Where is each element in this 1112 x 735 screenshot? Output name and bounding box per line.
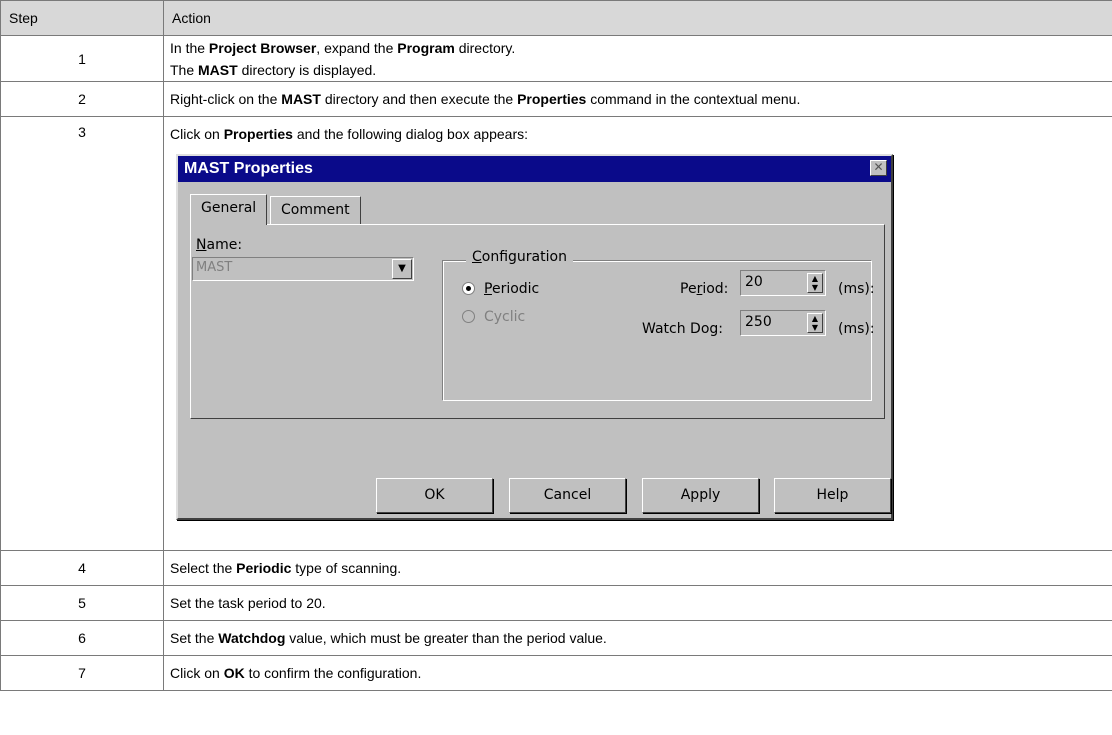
watchdog-label: Watch Dog: [642, 321, 723, 337]
step-number: 2 [0, 81, 164, 117]
step-action: Set the Watchdog value, which must be gr… [163, 620, 1112, 656]
dialog-title: MAST Properties [178, 156, 891, 182]
period-spinbox[interactable]: 20 ▲ ▼ [740, 270, 826, 296]
configuration-title: Configuration [466, 246, 573, 268]
apply-button[interactable]: Apply [642, 478, 759, 513]
step-action: Set the task period to 20. [163, 585, 1112, 621]
step-number: 1 [0, 35, 164, 82]
name-label: Name: [196, 237, 243, 253]
watchdog-spinbox[interactable]: 250 ▲ ▼ [740, 310, 826, 336]
mast-properties-dialog: MAST Properties ✕ General Comment Name: … [176, 154, 893, 520]
ok-button[interactable]: OK [376, 478, 493, 513]
help-button[interactable]: Help [774, 478, 891, 513]
table-row: 7 Click on OK to confirm the configurati… [0, 655, 1112, 691]
period-label: Period: [680, 281, 729, 297]
cyclic-radio[interactable] [462, 310, 475, 323]
steps-table: Step Action 1 In the Project Browser, ex… [0, 0, 1112, 691]
step-number: 5 [0, 585, 164, 621]
step-action: Click on Properties and the following di… [163, 116, 1112, 551]
step-action: Select the Periodic type of scanning. [163, 550, 1112, 586]
header-step: Step [0, 0, 164, 36]
spin-arrows-icon[interactable]: ▲ ▼ [807, 273, 823, 293]
table-row: 4 Select the Periodic type of scanning. [0, 550, 1112, 586]
close-icon[interactable]: ✕ [870, 160, 887, 176]
spin-arrows-icon[interactable]: ▲ ▼ [807, 313, 823, 333]
step-action: Right-click on the MAST directory and th… [163, 81, 1112, 117]
cyclic-label: Cyclic [484, 309, 526, 325]
periodic-label: Periodic [484, 281, 540, 297]
step-action: In the Project Browser, expand the Progr… [163, 35, 1112, 82]
table-row: 3 Click on Properties and the following … [0, 116, 1112, 551]
name-combo[interactable]: MAST ▼ [192, 257, 414, 281]
table-row: 2 Right-click on the MAST directory and … [0, 81, 1112, 117]
chevron-down-icon[interactable]: ▼ [392, 259, 412, 279]
cancel-button[interactable]: Cancel [509, 478, 626, 513]
periodic-radio[interactable] [462, 282, 475, 295]
period-unit: (ms): [838, 281, 875, 297]
step-number: 3 [0, 116, 164, 551]
step-number: 6 [0, 620, 164, 656]
step-number: 7 [0, 655, 164, 691]
header-action: Action [163, 0, 1112, 36]
table-row: 6 Set the Watchdog value, which must be … [0, 620, 1112, 656]
tab-comment[interactable]: Comment [270, 196, 361, 224]
tab-general[interactable]: General [190, 194, 268, 225]
table-row: 5 Set the task period to 20. [0, 585, 1112, 621]
step-action: Click on OK to confirm the configuration… [163, 655, 1112, 691]
table-row: 1 In the Project Browser, expand the Pro… [0, 35, 1112, 82]
step-number: 4 [0, 550, 164, 586]
watchdog-unit: (ms): [838, 321, 875, 337]
